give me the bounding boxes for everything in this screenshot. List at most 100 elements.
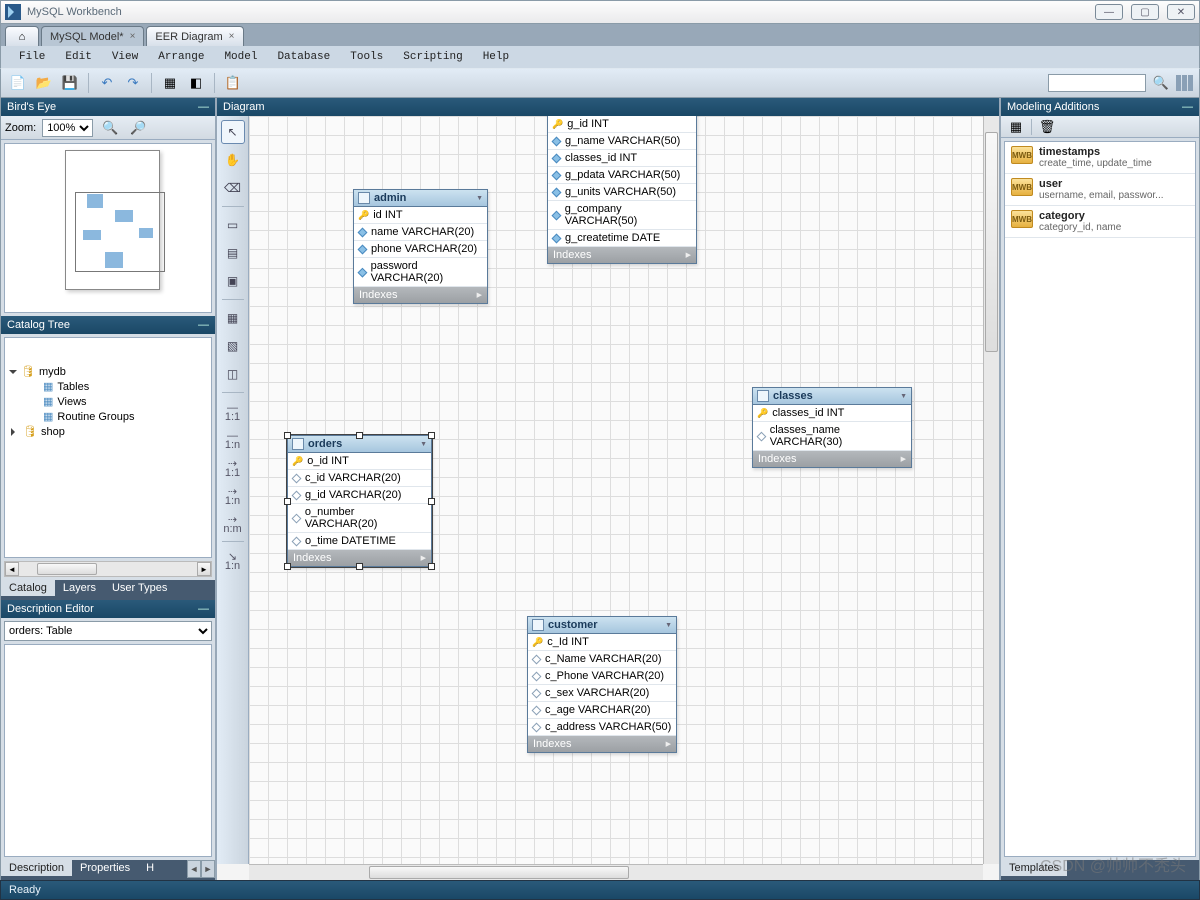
note-tool-icon[interactable]: ▤ (221, 241, 245, 265)
tab-templates[interactable]: Templates (1001, 860, 1067, 876)
panel-minimize-icon[interactable]: — (198, 101, 209, 113)
table-icon (757, 390, 769, 402)
table-admin[interactable]: admin▼ 🔑id INT name VARCHAR(20) phone VA… (353, 189, 488, 304)
catalog-tree[interactable]: 🛢mydb ▦Tables ▦Views ▦Routine Groups 🛢sh… (4, 337, 212, 558)
pk-icon: 🔑 (292, 456, 303, 467)
eraser-tool-icon[interactable]: ⌫ (221, 176, 245, 200)
tab-catalog[interactable]: Catalog (1, 580, 55, 596)
search-input[interactable] (1048, 74, 1146, 92)
database-icon: 🛢 (23, 425, 37, 438)
redo-icon[interactable]: ↷ (122, 72, 144, 94)
menu-help[interactable]: Help (473, 49, 519, 65)
panel-grip-icon[interactable] (1176, 75, 1193, 91)
menu-view[interactable]: View (102, 49, 148, 65)
additions-list[interactable]: MWBtimestampscreate_time, update_time MW… (1004, 141, 1196, 857)
tab-close-icon[interactable]: × (130, 31, 136, 42)
tree-routines[interactable]: Routine Groups (57, 411, 134, 423)
table-classes[interactable]: classes▼ 🔑classes_id INT classes_name VA… (752, 387, 912, 468)
tab-user-types[interactable]: User Types (104, 580, 175, 596)
tree-tables[interactable]: Tables (57, 381, 89, 393)
column-icon (552, 187, 562, 197)
menu-scripting[interactable]: Scripting (393, 49, 472, 65)
description-target-select[interactable]: orders: Table (4, 621, 212, 641)
rel-11-tool[interactable]: —1:1 (221, 399, 245, 423)
save-icon[interactable]: 💾 (59, 72, 81, 94)
tabs-scroll-right-icon[interactable]: ► (201, 860, 215, 878)
tabs-scroll-left-icon[interactable]: ◄ (187, 860, 201, 878)
open-file-icon[interactable]: 📂 (33, 72, 55, 94)
addition-timestamps[interactable]: MWBtimestampscreate_time, update_time (1005, 142, 1195, 174)
column-icon (532, 722, 542, 732)
panel-minimize-icon[interactable]: — (1182, 101, 1193, 113)
view-tool-icon[interactable]: ▧ (221, 334, 245, 358)
pk-icon: 🔑 (358, 210, 369, 221)
new-file-icon[interactable]: 📄 (7, 72, 29, 94)
panel-minimize-icon[interactable]: — (198, 603, 209, 615)
minimize-button[interactable]: — (1095, 4, 1123, 20)
panel-minimize-icon[interactable]: — (198, 319, 209, 331)
addition-user[interactable]: MWBuserusername, email, passwor... (1005, 174, 1195, 206)
additions-delete-icon[interactable]: 🗑 (1036, 116, 1058, 138)
tab-properties[interactable]: Properties (72, 860, 138, 876)
tab-description[interactable]: Description (1, 860, 72, 876)
rel-nm-tool[interactable]: ⇢n:m (221, 511, 245, 535)
routines-icon: ▦ (43, 410, 53, 423)
tab-eer-diagram[interactable]: EER Diagram× (146, 26, 243, 46)
menu-database[interactable]: Database (267, 49, 340, 65)
table-customer[interactable]: customer▼ 🔑c_Id INT c_Name VARCHAR(20) c… (527, 616, 677, 753)
new-object-icon[interactable]: 📋 (222, 72, 244, 94)
additions-templates-icon[interactable]: ▦ (1005, 116, 1027, 138)
grid-icon[interactable]: ▦ (159, 72, 181, 94)
zoom-in-icon[interactable]: 🔍 (99, 117, 121, 139)
layer-tool-icon[interactable]: ▭ (221, 213, 245, 237)
rel-11b-tool[interactable]: ⇢1:1 (221, 455, 245, 479)
column-icon (357, 267, 367, 277)
canvas-hscrollbar[interactable] (249, 864, 983, 880)
undo-icon[interactable]: ↶ (96, 72, 118, 94)
search-icon[interactable]: 🔍 (1150, 72, 1172, 94)
home-tab[interactable]: ⌂ (5, 26, 39, 46)
pk-icon: 🔑 (552, 119, 563, 130)
table-goods[interactable]: goods▼ 🔑g_id INT g_name VARCHAR(50) clas… (547, 116, 697, 264)
align-icon[interactable]: ◧ (185, 72, 207, 94)
table-tool-icon[interactable]: ▦ (221, 306, 245, 330)
tab-layers[interactable]: Layers (55, 580, 104, 596)
zoom-select[interactable]: 100% (42, 119, 93, 137)
column-icon (358, 244, 368, 254)
canvas-vscrollbar[interactable] (983, 116, 999, 864)
description-textarea[interactable] (4, 644, 212, 857)
routine-tool-icon[interactable]: ◫ (221, 362, 245, 386)
tree-views[interactable]: Views (57, 396, 86, 408)
rel-1nc-tool[interactable]: ↘1:n (221, 548, 245, 572)
mwb-icon: MWB (1011, 146, 1033, 164)
menu-edit[interactable]: Edit (55, 49, 101, 65)
pointer-tool-icon[interactable]: ↖ (221, 120, 245, 144)
column-icon (292, 490, 302, 500)
menu-model[interactable]: Model (214, 49, 267, 65)
diagram-canvas[interactable]: goods▼ 🔑g_id INT g_name VARCHAR(50) clas… (249, 116, 983, 864)
tab-close-icon[interactable]: × (229, 31, 235, 42)
table-orders[interactable]: orders▼ 🔑o_id INT c_id VARCHAR(20) g_id … (287, 435, 432, 567)
close-button[interactable]: ✕ (1167, 4, 1195, 20)
pk-icon: 🔑 (532, 637, 543, 648)
zoom-out-icon[interactable]: 🔎 (127, 117, 149, 139)
rel-1n-tool[interactable]: —1:n (221, 427, 245, 451)
image-tool-icon[interactable]: ▣ (221, 269, 245, 293)
birdseye-canvas[interactable] (4, 143, 212, 313)
addition-category[interactable]: MWBcategorycategory_id, name (1005, 206, 1195, 238)
column-icon (292, 536, 302, 546)
tab-mysql-model[interactable]: MySQL Model*× (41, 26, 144, 46)
tab-history[interactable]: H (138, 860, 162, 876)
rel-1nb-tool[interactable]: ⇢1:n (221, 483, 245, 507)
diagram-toolbar: ↖ ✋ ⌫ ▭ ▤ ▣ ▦ ▧ ◫ —1:1 —1:n ⇢1:1 ⇢1:n ⇢n… (217, 116, 249, 864)
hand-tool-icon[interactable]: ✋ (221, 148, 245, 172)
maximize-button[interactable]: ▢ (1131, 4, 1159, 20)
menu-tools[interactable]: Tools (340, 49, 393, 65)
tree-mydb[interactable]: mydb (39, 366, 66, 378)
menu-file[interactable]: File (9, 49, 55, 65)
tree-shop[interactable]: shop (41, 426, 65, 438)
catalog-scrollbar[interactable]: ◄► (4, 561, 212, 577)
menu-arrange[interactable]: Arrange (148, 49, 214, 65)
tables-icon: ▦ (43, 380, 53, 393)
column-icon (552, 210, 562, 220)
